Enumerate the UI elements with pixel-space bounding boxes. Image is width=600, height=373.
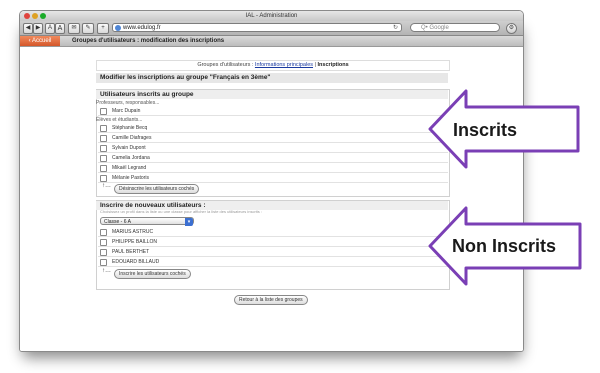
unenroll-button[interactable]: Désinscrire les utilisateurs cochés: [114, 184, 200, 194]
user-name: Camille Diafrages: [112, 135, 152, 141]
browser-window: IAL - Administration ◀ ▶ A A ✉ ✎ + www.e…: [19, 10, 524, 352]
user-name: PHILIPPE BAILLON: [112, 239, 158, 245]
user-name: Mikaël Legrand: [112, 165, 147, 171]
reload-icon[interactable]: ↻: [393, 24, 398, 33]
address-bar[interactable]: www.edulog.fr ↻: [112, 23, 402, 32]
user-name: Stéphanie Becq: [112, 125, 148, 131]
students-label: Élèves et étudiants...: [96, 117, 143, 123]
forward-button[interactable]: ▶: [33, 23, 43, 34]
list-item[interactable]: EDOUARD BILLAUD: [98, 258, 448, 267]
user-name: MARIUS ASTRUC: [112, 229, 154, 235]
breadcrumb-link-main-info[interactable]: Informations principales: [255, 62, 313, 68]
class-hint: Choisissez un profil dans la liste ou un…: [100, 209, 263, 214]
list-item[interactable]: PAUL BERTHET: [98, 248, 448, 257]
list-item[interactable]: Camelia Jordana: [98, 154, 448, 163]
user-name: Mélanie Pastoris: [112, 175, 149, 181]
list-item[interactable]: Stéphanie Becq: [98, 124, 448, 133]
add-bookmark-button[interactable]: +: [97, 23, 109, 34]
globe-icon: [115, 25, 121, 31]
class-select[interactable]: Classe - 6 A ▾: [100, 217, 194, 226]
minimize-window-button[interactable]: [32, 13, 38, 19]
user-name: Sylvain Dupont: [112, 145, 146, 151]
select-all-arrow-icon: ↑…: [102, 268, 111, 274]
checkbox[interactable]: [100, 165, 107, 172]
window-controls: [24, 13, 46, 19]
user-name: EDOUARD BILLAUD: [112, 259, 160, 265]
class-select-value: Classe - 6 A: [104, 219, 131, 225]
browser-toolbar: ◀ ▶ A A ✉ ✎ + www.edulog.fr ↻ Q• Google …: [20, 21, 523, 36]
app-navbar: ‹ Accueil Groupes d'utilisateurs : modif…: [20, 36, 523, 47]
checkbox[interactable]: [100, 108, 107, 115]
checkbox[interactable]: [100, 249, 107, 256]
list-item[interactable]: Marc Dupain: [98, 107, 448, 116]
text-smaller-button[interactable]: A: [45, 23, 55, 34]
edit-icon[interactable]: ✎: [82, 23, 94, 34]
list-item[interactable]: Sylvain Dupont: [98, 144, 448, 153]
text-larger-button[interactable]: A: [55, 23, 65, 34]
breadcrumb-current: Inscriptions: [317, 62, 349, 68]
checkbox[interactable]: [100, 125, 107, 132]
back-button[interactable]: ◀: [23, 23, 33, 34]
list-item[interactable]: PHILIPPE BAILLON: [98, 238, 448, 247]
back-to-groups-button[interactable]: Retour à la liste des groupes: [234, 295, 308, 305]
chevron-down-icon: ▾: [185, 218, 193, 226]
close-window-button[interactable]: [24, 13, 30, 19]
user-name: Camelia Jordana: [112, 155, 150, 161]
page-title: Groupes d'utilisateurs : modification de…: [72, 38, 225, 44]
group-heading: Modifier les inscriptions au groupe "Fra…: [96, 73, 448, 83]
list-item[interactable]: Camille Diafrages: [98, 134, 448, 143]
breadcrumb-prefix: Groupes d'utilisateurs :: [197, 62, 255, 68]
checkbox[interactable]: [100, 229, 107, 236]
title-bar: IAL - Administration: [20, 11, 523, 21]
enrolled-section-title: Utilisateurs inscrits au groupe: [96, 90, 448, 99]
window-title: IAL - Administration: [245, 13, 298, 19]
checkbox[interactable]: [100, 259, 107, 266]
list-item[interactable]: Mélanie Pastoris: [98, 174, 448, 183]
checkbox[interactable]: [100, 155, 107, 162]
user-name: Marc Dupain: [112, 108, 141, 114]
checkbox[interactable]: [100, 239, 107, 246]
mail-icon[interactable]: ✉: [68, 23, 80, 34]
list-item[interactable]: MARIUS ASTRUC: [98, 228, 448, 237]
non-inscrits-callout-label: Non Inscrits: [452, 236, 557, 256]
checkbox[interactable]: [100, 175, 107, 182]
checkbox[interactable]: [100, 145, 107, 152]
breadcrumb: Groupes d'utilisateurs : Informations pr…: [96, 60, 450, 71]
zoom-window-button[interactable]: [40, 13, 46, 19]
select-all-arrow-icon: ↑…: [102, 183, 111, 189]
checkbox[interactable]: [100, 135, 107, 142]
enroll-button[interactable]: Inscrire les utilisateurs cochés: [114, 269, 191, 279]
settings-icon[interactable]: ⚙: [506, 23, 517, 34]
url-text: www.edulog.fr: [123, 25, 161, 31]
list-item[interactable]: Mikaël Legrand: [98, 164, 448, 173]
search-field[interactable]: Q• Google: [410, 23, 500, 32]
user-name: PAUL BERTHET: [112, 249, 150, 255]
search-placeholder: Q• Google: [421, 25, 449, 31]
teachers-label: Professeurs, responsables...: [96, 100, 160, 106]
inscrits-callout-label: Inscrits: [453, 120, 518, 140]
home-tab[interactable]: ‹ Accueil: [20, 36, 60, 46]
